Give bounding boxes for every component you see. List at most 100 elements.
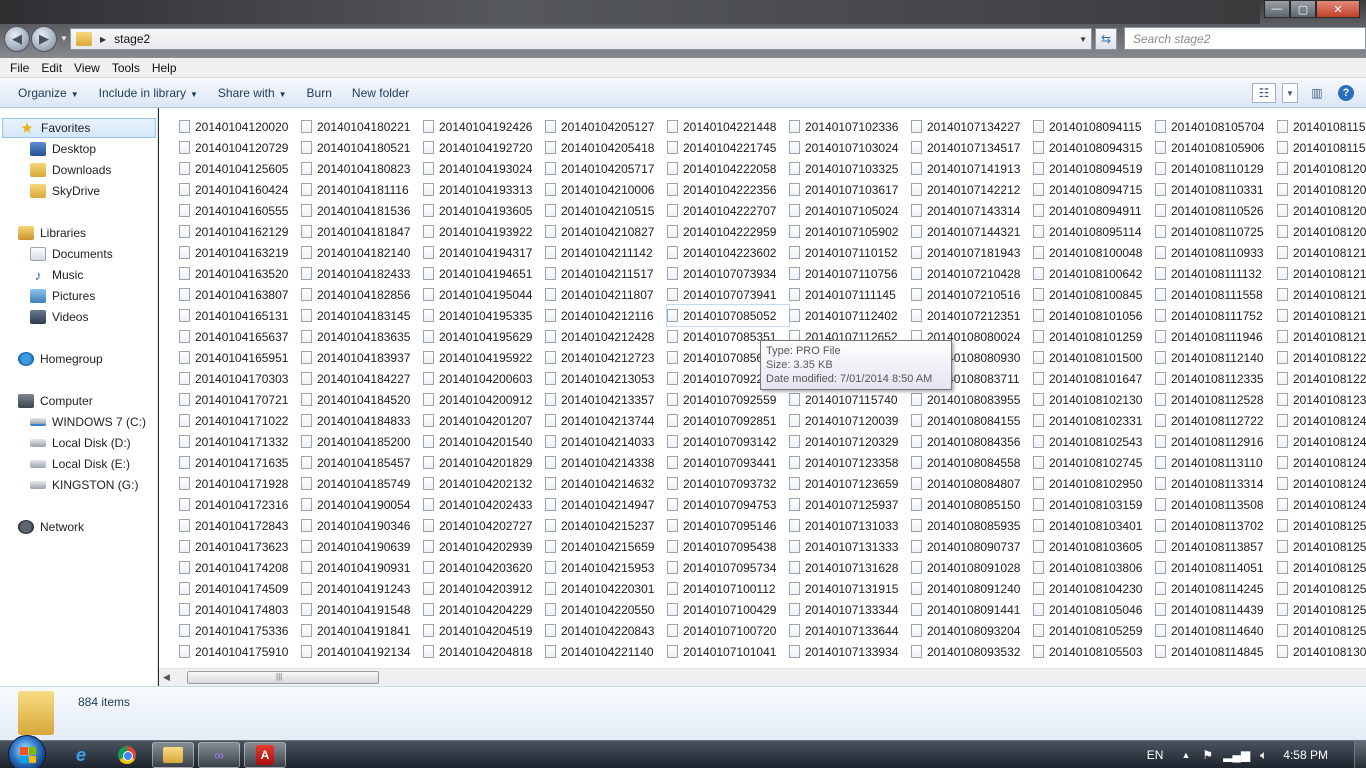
file-item[interactable]: 20140108084807 [911,473,1033,494]
file-item[interactable]: 20140104175910 [179,641,301,662]
file-item[interactable]: 20140108094715 [1033,179,1155,200]
file-item[interactable]: 20140107125937 [789,494,911,515]
file-item[interactable]: 20140104204519 [423,620,545,641]
file-item[interactable]: 20140104214338 [545,452,667,473]
file-item[interactable]: 20140108101500 [1033,347,1155,368]
file-item[interactable]: 20140107110152 [789,242,911,263]
file-item[interactable]: 20140108103605 [1033,536,1155,557]
file-item[interactable]: 20140104192426 [423,116,545,137]
file-item[interactable]: 20140108110129 [1155,158,1277,179]
file-item[interactable]: 20140107095438 [667,536,789,557]
file-item[interactable]: 20140104165637 [179,326,301,347]
file-item[interactable]: 201401081242 [1277,431,1366,452]
file-item[interactable]: 20140104202727 [423,515,545,536]
taskbar-internet-explorer[interactable]: e [60,742,102,768]
file-item[interactable]: 20140104192720 [423,137,545,158]
file-item[interactable]: 20140104204229 [423,599,545,620]
file-item[interactable]: 20140104171928 [179,473,301,494]
nav-drive-g[interactable]: KINGSTON (G:) [30,475,138,495]
file-item[interactable]: 20140107092559 [667,389,789,410]
file-item[interactable]: 20140104204818 [423,641,545,662]
file-item[interactable]: 20140107110756 [789,263,911,284]
file-item[interactable]: 201401081202 [1277,158,1366,179]
file-item[interactable]: 20140104200912 [423,389,545,410]
nav-libraries[interactable]: Libraries [18,223,86,243]
file-item[interactable]: 20140107093732 [667,473,789,494]
file-item[interactable]: 20140104171332 [179,431,301,452]
address-dropdown-icon[interactable]: ▼ [1079,35,1087,44]
file-item[interactable]: 20140108103401 [1033,515,1155,536]
file-item[interactable]: 20140108084155 [911,410,1033,431]
file-item[interactable]: 20140104184520 [301,389,423,410]
file-item[interactable]: 201401081246 [1277,473,1366,494]
file-item[interactable]: 201401081259 [1277,620,1366,641]
file-item[interactable]: 20140107131915 [789,578,911,599]
file-item[interactable]: 20140107143314 [911,200,1033,221]
forward-button[interactable]: ▶ [31,26,57,52]
menu-view[interactable]: View [68,61,106,75]
address-bar[interactable]: ▶ stage2 ▼ [70,28,1092,50]
file-item[interactable]: 201401081240 [1277,410,1366,431]
file-item[interactable]: 20140107131033 [789,515,911,536]
file-item[interactable]: 20140108114845 [1155,641,1277,662]
nav-favorites[interactable]: ★ Favorites [2,118,156,138]
organize-button[interactable]: Organize ▼ [10,86,87,100]
file-item[interactable]: 20140104202132 [423,473,545,494]
show-desktop-button[interactable] [1354,741,1366,768]
file-item[interactable]: 20140108091441 [911,599,1033,620]
recent-pages-dropdown[interactable]: ▼ [60,34,68,43]
file-item[interactable]: 20140108103806 [1033,557,1155,578]
file-item[interactable]: 20140107133934 [789,641,911,662]
refresh-button[interactable]: ⇆ [1095,28,1117,50]
file-item[interactable]: 20140107115740 [789,389,911,410]
nav-drive-c[interactable]: WINDOWS 7 (C:) [30,412,146,432]
file-item[interactable]: 20140104215659 [545,536,667,557]
file-item[interactable]: 20140104210515 [545,200,667,221]
file-item[interactable]: 20140107133344 [789,599,911,620]
file-item[interactable]: 20140104221745 [667,137,789,158]
file-item[interactable]: 201401081235 [1277,389,1366,410]
file-item[interactable]: 20140108111132 [1155,263,1277,284]
file-item[interactable]: 20140108102331 [1033,410,1155,431]
share-with-button[interactable]: Share with ▼ [210,86,295,100]
file-item[interactable]: 20140107073934 [667,263,789,284]
file-item[interactable]: 201401081150 [1277,116,1366,137]
file-item[interactable]: 20140108093532 [911,641,1033,662]
nav-drive-e[interactable]: Local Disk (E:) [30,454,130,474]
file-item[interactable]: 20140104221140 [545,641,667,662]
minimize-button[interactable]: — [1264,0,1290,18]
file-item[interactable]: 20140108105046 [1033,599,1155,620]
file-item[interactable]: 20140104174208 [179,557,301,578]
file-item[interactable]: 201401081217 [1277,305,1366,326]
file-item[interactable]: 20140108112916 [1155,431,1277,452]
file-item[interactable]: 20140108090737 [911,536,1033,557]
file-item[interactable]: 20140104163219 [179,242,301,263]
file-item[interactable]: 20140104201829 [423,452,545,473]
file-item[interactable]: 20140107102336 [789,116,911,137]
file-item[interactable]: 20140107095734 [667,557,789,578]
file-item[interactable]: 20140108094315 [1033,137,1155,158]
file-item[interactable]: 20140108085935 [911,515,1033,536]
file-item[interactable]: 20140108111558 [1155,284,1277,305]
file-item[interactable]: 20140104193922 [423,221,545,242]
file-item[interactable]: 20140104212723 [545,347,667,368]
file-item[interactable]: 20140107120329 [789,431,911,452]
file-item[interactable]: 20140104183145 [301,305,423,326]
file-item[interactable]: 201401081204 [1277,179,1366,200]
show-hidden-icons-icon[interactable]: ▲ [1181,750,1190,760]
file-item[interactable]: 20140104181116 [301,179,423,200]
nav-music[interactable]: ♪ Music [30,265,84,285]
file-item[interactable]: 20140107123358 [789,452,911,473]
file-item[interactable]: 20140104202433 [423,494,545,515]
file-item[interactable]: 20140104180221 [301,116,423,137]
file-item[interactable]: 20140104202939 [423,536,545,557]
file-item[interactable]: 20140104210827 [545,221,667,242]
file-item[interactable]: 20140104184227 [301,368,423,389]
file-item[interactable]: 20140108084356 [911,431,1033,452]
file-item[interactable]: 20140108112528 [1155,389,1277,410]
clock[interactable]: 4:58 PM [1283,748,1328,762]
nav-pictures[interactable]: Pictures [30,286,95,306]
file-item[interactable]: 201401081221 [1277,347,1366,368]
file-item[interactable]: 20140104190346 [301,515,423,536]
file-item[interactable]: 20140104180823 [301,158,423,179]
